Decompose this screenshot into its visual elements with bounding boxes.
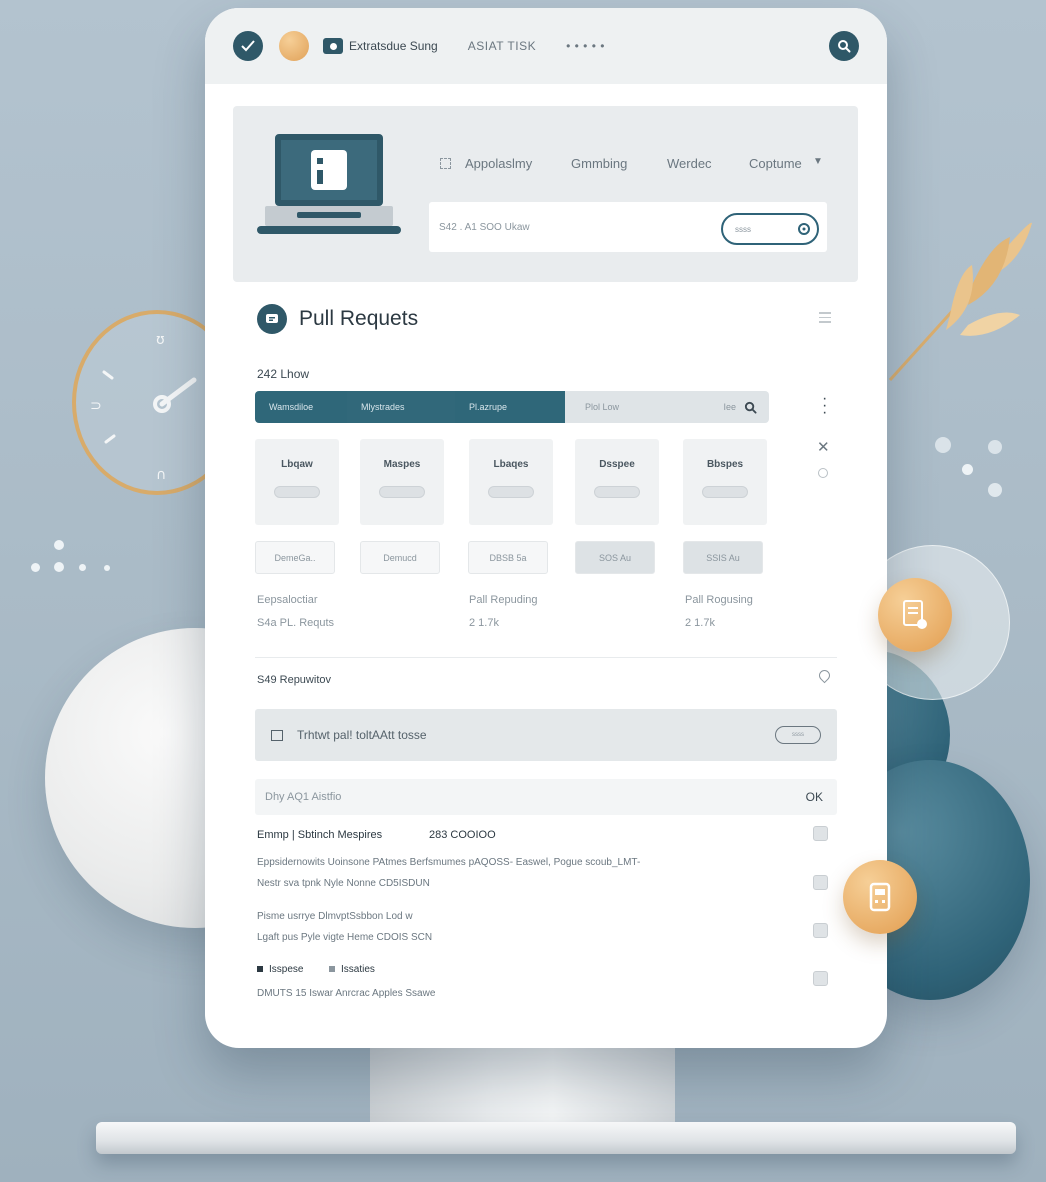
calculator-orb-icon[interactable] bbox=[843, 860, 917, 934]
chip[interactable]: SSIS Au bbox=[683, 541, 763, 574]
top-tab[interactable]: ASIAT TISK bbox=[468, 39, 536, 53]
monitor-stand-base bbox=[96, 1122, 1016, 1154]
hero-panel: Appolaslmy Gmmbing Werdec Coptume ▼ S42 … bbox=[233, 106, 858, 282]
stat-value: 2 1.7k bbox=[685, 617, 715, 629]
tab-item[interactable]: Wamsdiloe bbox=[255, 391, 347, 423]
card[interactable]: Lbqaw bbox=[255, 439, 339, 525]
legend-swatch bbox=[329, 966, 335, 972]
stat-label: Pall Rogusing bbox=[685, 594, 753, 606]
calendar-icon bbox=[271, 729, 283, 741]
close-icon[interactable]: ✕ bbox=[817, 438, 830, 456]
location-pin-icon[interactable] bbox=[816, 667, 833, 684]
refresh-icon bbox=[798, 223, 810, 235]
checkbox[interactable] bbox=[813, 875, 828, 890]
tab-item[interactable]: Mlystrades bbox=[347, 391, 455, 423]
tab-item[interactable]: Pl.azrupe bbox=[455, 391, 565, 423]
top-dots: • • • • • bbox=[566, 39, 605, 53]
svg-text:∩: ∩ bbox=[156, 467, 166, 483]
decorative-dot bbox=[935, 437, 951, 453]
notice-button[interactable]: ssss bbox=[775, 726, 821, 744]
more-vertical-icon[interactable]: · · · bbox=[822, 391, 827, 421]
legend-item: Isspese bbox=[257, 964, 303, 975]
decorative-dot bbox=[962, 464, 973, 475]
checkbox[interactable] bbox=[813, 971, 828, 986]
confirm-row: Dhy AQ1 Aistfio OK bbox=[255, 779, 837, 815]
stat-label: Eepsaloctiar bbox=[257, 594, 318, 606]
leaf-decoration-icon bbox=[880, 215, 1040, 390]
decorative-dot bbox=[79, 564, 86, 571]
chip[interactable]: SOS Au bbox=[575, 541, 655, 574]
search-icon[interactable] bbox=[829, 31, 859, 61]
list-heading-left: Emmp | Sbtinch Mespires bbox=[257, 829, 383, 841]
hero-go-button[interactable]: ssss bbox=[721, 213, 819, 245]
settings-icon[interactable] bbox=[818, 468, 828, 478]
tab-bar: Wamsdiloe Mlystrades Pl.azrupe Plol Low … bbox=[255, 391, 769, 423]
stat-value: 2 1.7k bbox=[469, 617, 499, 629]
chip[interactable]: DBSB 5a bbox=[468, 541, 548, 574]
card[interactable]: Bbspes bbox=[683, 439, 767, 525]
document-orb-icon[interactable] bbox=[878, 578, 952, 652]
hero-nav-item[interactable]: Werdec bbox=[667, 156, 712, 171]
decorative-dot bbox=[31, 563, 40, 572]
list-item: Lgaft pus Pyle vigte Heme CDOIS SCN bbox=[257, 932, 433, 943]
checkbox[interactable] bbox=[813, 826, 828, 841]
decorative-dot bbox=[54, 540, 64, 550]
card[interactable]: Maspes bbox=[360, 439, 444, 525]
svg-text:⊃: ⊃ bbox=[90, 398, 102, 414]
menu-icon[interactable] bbox=[819, 312, 831, 323]
divider bbox=[255, 657, 837, 658]
decorative-dot bbox=[104, 565, 110, 571]
hero-search-input[interactable]: S42 . A1 SOO Ukaw ssss bbox=[429, 202, 827, 252]
laptop-icon bbox=[257, 132, 401, 247]
subtitle: 242 Lhow bbox=[257, 367, 310, 381]
notice-banner: Trhtwt pal! toltAAtt tosse ssss bbox=[255, 709, 837, 761]
list-item: Eppsidernowits Uoinsone PAtmes Berfsmume… bbox=[257, 857, 641, 868]
search-icon bbox=[744, 401, 757, 414]
decorative-dot bbox=[988, 483, 1002, 497]
video-icon[interactable] bbox=[323, 38, 343, 54]
ok-button[interactable]: OK bbox=[806, 790, 823, 804]
list-item: Nestr sva tpnk Nyle Nonne CD5ISDUN bbox=[257, 878, 430, 889]
tab-search-input[interactable]: Plol Low Iee bbox=[565, 391, 769, 423]
section2-label: S49 Repuwitov bbox=[257, 674, 331, 686]
chip[interactable]: Demucd bbox=[360, 541, 440, 574]
svg-text:ʊ: ʊ bbox=[156, 332, 165, 348]
app-title: Extratsdue Sung bbox=[349, 39, 438, 53]
decorative-dot bbox=[54, 562, 64, 572]
avatar[interactable] bbox=[279, 31, 309, 61]
hero-nav-item[interactable]: Gmmbing bbox=[571, 156, 627, 171]
legend-swatch bbox=[257, 966, 263, 972]
list-footer: DMUTS 15 Iswar Anrcrac Apples Ssawe bbox=[257, 988, 436, 999]
list-item: Pisme usrrye DlmvptSsbbon Lod w bbox=[257, 911, 413, 922]
card[interactable]: Dsspee bbox=[575, 439, 659, 525]
top-bar: Extratsdue Sung ASIAT TISK • • • • • bbox=[205, 8, 887, 84]
stat-label: Pall Repuding bbox=[469, 594, 538, 606]
checkbox[interactable] bbox=[813, 923, 828, 938]
grid-icon bbox=[440, 158, 451, 169]
chevron-down-icon[interactable]: ▼ bbox=[813, 156, 823, 167]
app-logo-icon[interactable] bbox=[233, 31, 263, 61]
card[interactable]: Lbaqes bbox=[469, 439, 553, 525]
device-screen: Extratsdue Sung ASIAT TISK • • • • • App… bbox=[205, 8, 887, 1048]
decorative-dot bbox=[988, 440, 1002, 454]
page-title: Pull Requets bbox=[257, 304, 418, 334]
stat-value: S4a PL. Requts bbox=[257, 617, 335, 629]
chat-icon bbox=[257, 304, 287, 334]
legend-item: Issaties bbox=[329, 964, 375, 975]
list-heading-right: 283 COOIOO bbox=[429, 829, 496, 841]
chip[interactable]: DemeGa.. bbox=[255, 541, 335, 574]
hero-nav-item[interactable]: Coptume bbox=[749, 156, 802, 171]
hero-nav-item[interactable]: Appolaslmy bbox=[465, 156, 532, 171]
